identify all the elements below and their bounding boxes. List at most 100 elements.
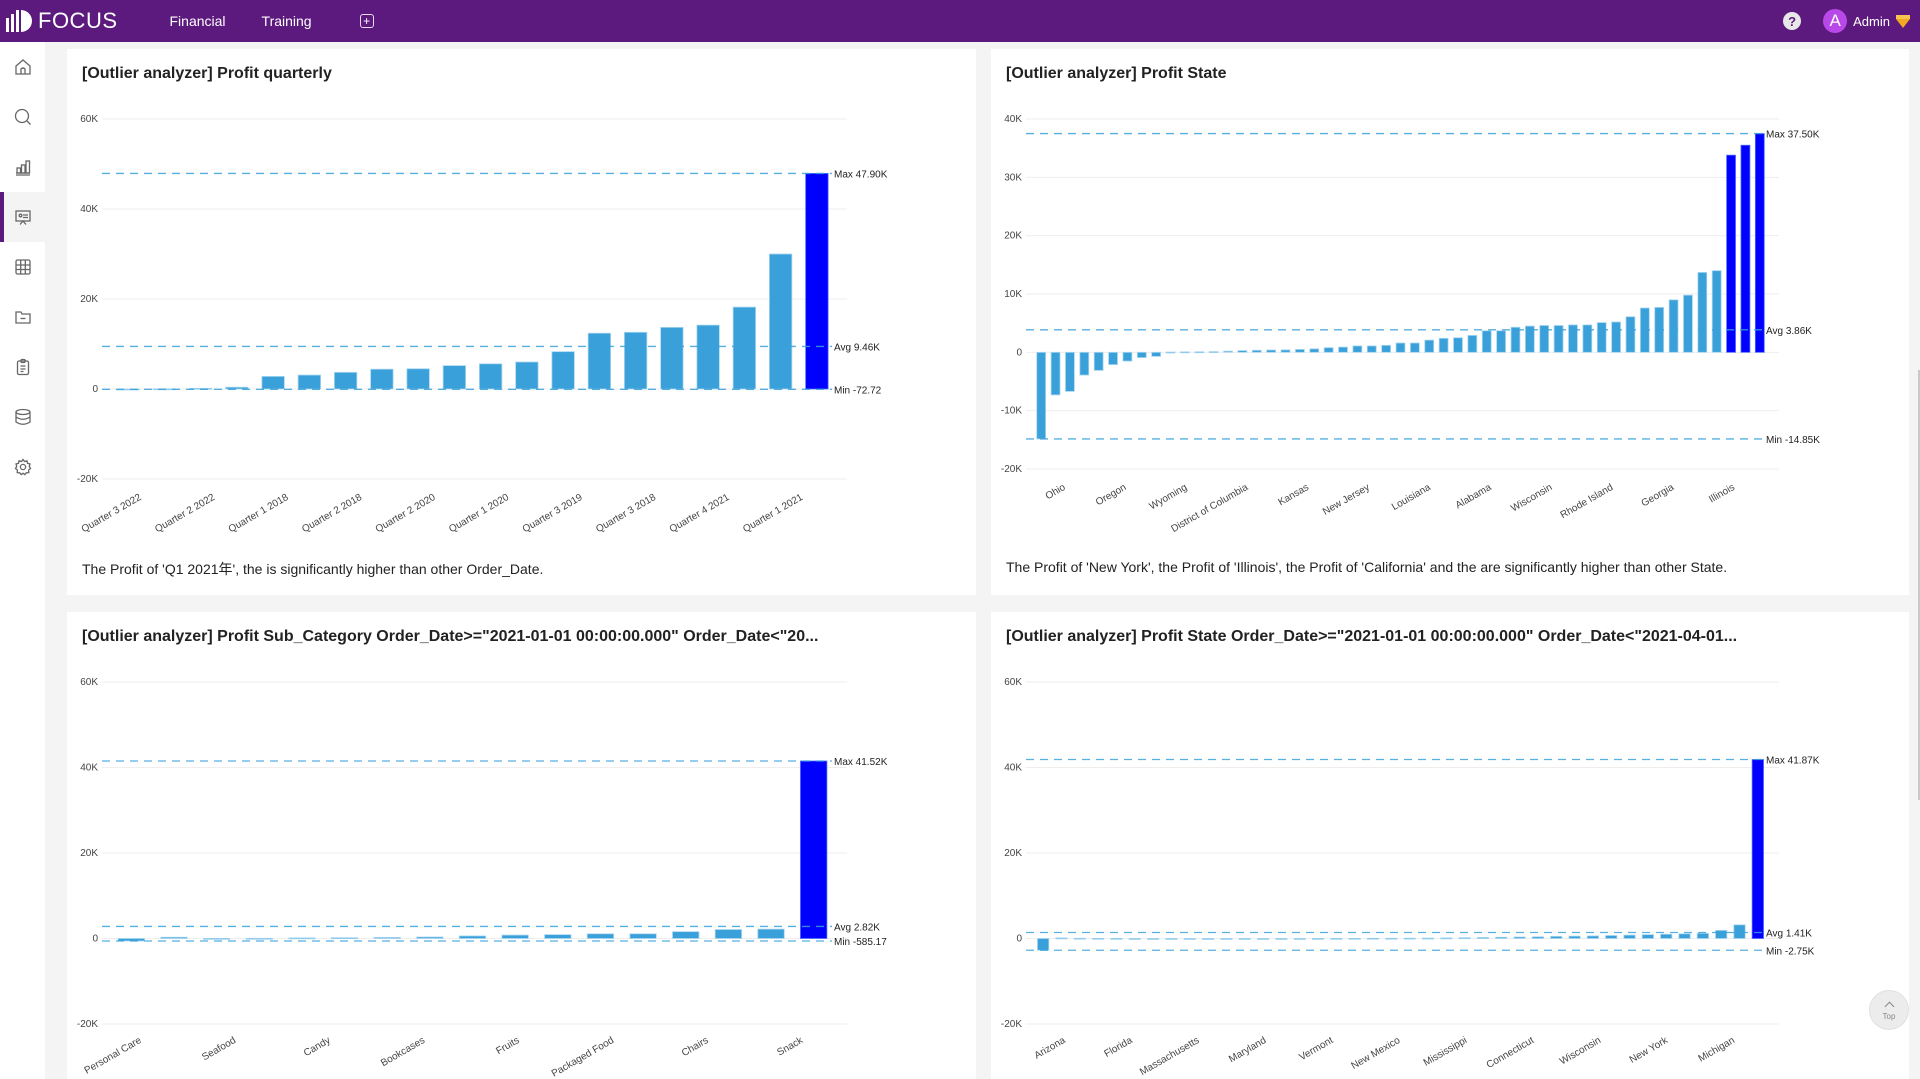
bar-chart: 40K 30K 20K 10K 0 -10K -20K Max 37.50K Avg 3.86K… (1001, 114, 1820, 535)
bar (406, 368, 430, 390)
reference-line-label: Avg 2.82K (834, 922, 880, 933)
bar (1050, 351, 1061, 396)
bar (1311, 938, 1325, 940)
focus-logo[interactable]: FOCUS (6, 0, 118, 42)
bar (501, 934, 529, 939)
logo-text: FOCUS (38, 8, 118, 33)
chart-description: The Profit of 'New York', the Profit of … (1006, 559, 1728, 575)
bar-chart-icon (15, 160, 30, 176)
bar (373, 937, 401, 939)
bar (1128, 938, 1141, 940)
x-tick-label: Massachusetts (1138, 1035, 1201, 1078)
sidebar (0, 42, 45, 1079)
bar (1036, 351, 1047, 440)
bar (458, 935, 487, 939)
x-tick-label: Snack (775, 1035, 805, 1059)
y-tick-label: 60K (80, 114, 98, 125)
bar (1165, 351, 1176, 354)
home-icon (14, 59, 31, 75)
sidebar-item-database[interactable] (0, 392, 45, 442)
bar (1110, 938, 1123, 940)
sidebar-item-search[interactable] (0, 92, 45, 142)
outlier-bar (805, 173, 829, 390)
bar (1065, 351, 1075, 392)
x-tick-label: Ohio (1044, 482, 1068, 502)
y-tick-label: 40K (80, 763, 98, 774)
bar (1625, 316, 1636, 353)
bar (1330, 938, 1343, 940)
bar (1623, 934, 1636, 939)
add-tab-button[interactable]: + (359, 14, 374, 28)
bar (768, 253, 793, 390)
bar (1073, 937, 1086, 940)
gem-icon (1896, 14, 1910, 28)
table-icon (14, 259, 31, 275)
bar (1266, 349, 1277, 353)
bar (1697, 272, 1708, 353)
folder-icon (14, 311, 31, 324)
sidebar-item-charts[interactable] (0, 142, 45, 192)
y-tick-label: 20K (1004, 231, 1022, 242)
bar (623, 331, 648, 390)
bar (1660, 933, 1673, 939)
avatar[interactable]: A (1823, 9, 1848, 33)
y-tick-label: 40K (1004, 114, 1022, 125)
bar (587, 332, 612, 390)
sidebar-item-folder[interactable] (0, 292, 45, 342)
x-tick-label: Quarter 2 2020 (374, 492, 438, 535)
bar (1510, 326, 1521, 353)
nav-tab-training[interactable]: Training (262, 13, 312, 29)
x-tick-label: Quarter 4 2021 (668, 492, 732, 535)
x-tick-label: Quarter 3 2018 (594, 492, 658, 535)
x-tick-label: Rhode Island (1559, 482, 1616, 521)
y-tick-label: 0 (1016, 934, 1022, 945)
bar (1440, 937, 1453, 940)
bar (1093, 351, 1104, 371)
bar (297, 374, 322, 390)
bar (1381, 344, 1391, 353)
sidebar-item-settings[interactable] (0, 442, 45, 492)
bar (1092, 937, 1105, 940)
y-tick-label: 10K (1004, 289, 1022, 300)
x-tick-label: Chairs (680, 1035, 711, 1059)
y-tick-label: 30K (1004, 172, 1022, 183)
bar (1476, 937, 1490, 939)
bar (714, 929, 743, 939)
bar (1309, 348, 1320, 353)
bar-chart: 60K 40K 20K 0 -20K Max 47.90K Avg 9.46K Min -72… (77, 114, 888, 535)
bar (1237, 350, 1248, 353)
bar (1495, 936, 1508, 939)
bar (1410, 342, 1420, 353)
reference-line-label: Avg 3.86K (1766, 326, 1812, 337)
bar (1223, 350, 1233, 353)
bar (1238, 938, 1251, 940)
question-circle-icon[interactable]: ? (1783, 12, 1802, 30)
user-name[interactable]: Admin (1853, 14, 1890, 29)
top-nav-bar: FOCUS Financial Training + ? A Admin (0, 0, 1920, 42)
back-to-top-button[interactable]: Top (1869, 990, 1909, 1030)
bar (1180, 351, 1190, 354)
database-icon (14, 408, 31, 425)
sidebar-item-presentation[interactable] (0, 192, 45, 242)
sidebar-item-home[interactable] (0, 42, 45, 92)
bar (629, 933, 657, 939)
sidebar-item-tasks[interactable] (0, 342, 45, 392)
bar (1596, 322, 1607, 353)
bar (1151, 351, 1162, 357)
x-tick-label: Kansas (1277, 482, 1311, 508)
x-tick-label: Connecticut (1485, 1035, 1536, 1071)
chart-card-profit-subcategory: [Outlier analyzer] Profit Sub_Category O… (67, 612, 976, 1079)
nav-tab-financial[interactable]: Financial (170, 13, 226, 29)
x-tick-label: Alabama (1454, 482, 1494, 511)
sidebar-item-table[interactable] (0, 242, 45, 292)
bar (416, 936, 444, 939)
x-tick-label: Oregon (1094, 482, 1128, 508)
bar (544, 934, 572, 939)
reference-line-label: Max 47.90K (834, 169, 888, 180)
bar (1366, 937, 1380, 940)
bar (288, 937, 316, 940)
outlier-bar (1751, 759, 1764, 939)
x-tick-label: Bookcases (379, 1035, 427, 1069)
bar (1395, 342, 1406, 353)
y-tick-label: 0 (92, 934, 98, 945)
